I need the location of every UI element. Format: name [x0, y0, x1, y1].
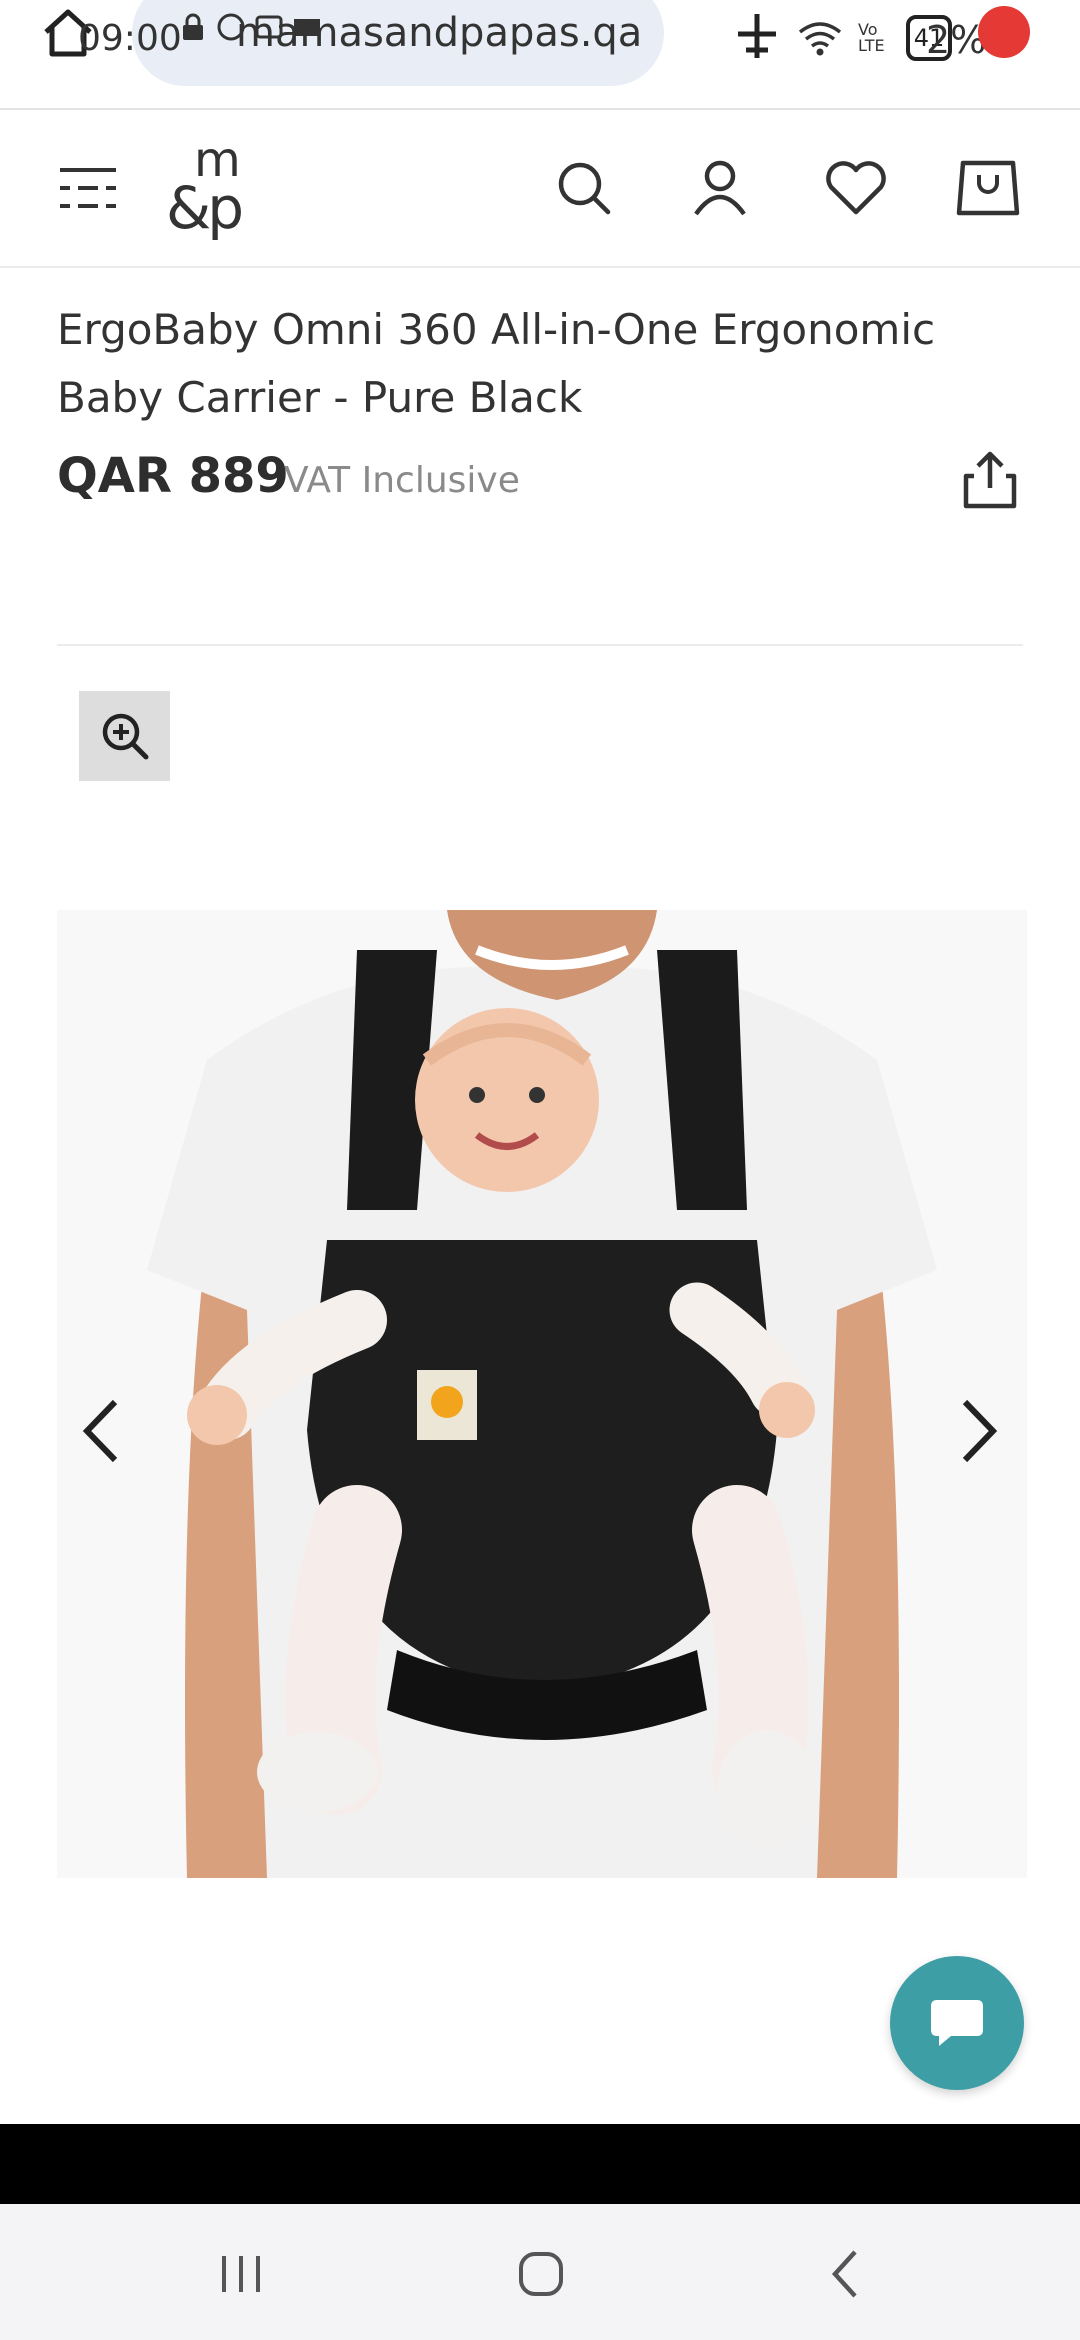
heart-icon: [826, 161, 886, 215]
browser-status-bar: 09:00 mamasandpapas.qa Vo LTE 41 2%: [0, 0, 1080, 110]
product-title: ErgoBaby Omni 360 All-in-One Ergonomic B…: [57, 305, 936, 422]
site-header: m &p: [0, 112, 1080, 268]
page: 09:00 mamasandpapas.qa Vo LTE 41 2% m &p…: [0, 0, 1080, 2340]
product-image[interactable]: [57, 910, 1027, 1878]
next-image-button[interactable]: [948, 1394, 1008, 1468]
wifi-icon: [798, 22, 842, 56]
wishlist-button[interactable]: [820, 152, 892, 224]
menu-icon: [60, 168, 116, 208]
back-button[interactable]: [810, 2244, 880, 2304]
battery-low-icon: [978, 6, 1030, 58]
browser-bottom-bar: [0, 2124, 1080, 2204]
product-price: QAR 889: [57, 448, 289, 504]
recent-apps-button[interactable]: [206, 2244, 276, 2304]
baby-carrier-photo: [57, 910, 1027, 1878]
url-text[interactable]: mamasandpapas.qa: [236, 10, 642, 56]
system-navigation-bar: [0, 2204, 1080, 2340]
system-icons: Vo LTE 41: [732, 8, 952, 68]
airplane-icon: [738, 14, 776, 58]
search-button[interactable]: [548, 152, 620, 224]
cart-button[interactable]: [952, 152, 1024, 224]
chat-icon: [931, 2000, 983, 2046]
site-logo[interactable]: m &p: [166, 132, 266, 242]
back-icon: [831, 2250, 857, 2298]
home-circle-icon: [519, 2252, 563, 2296]
battery-text: 2%: [926, 18, 987, 62]
search-icon: [558, 162, 611, 215]
divider: [57, 644, 1023, 646]
home-button[interactable]: [506, 2244, 576, 2304]
recent-apps-icon: [222, 2256, 260, 2292]
shopping-bag-icon: [956, 160, 1020, 216]
chat-button[interactable]: [890, 1956, 1024, 2090]
network-label: Vo LTE: [858, 20, 885, 55]
vat-note: VAT Inclusive: [284, 460, 520, 501]
previous-image-button[interactable]: [72, 1394, 132, 1468]
zoom-in-icon: [102, 713, 148, 760]
status-time: 09:00: [78, 18, 182, 59]
chevron-left-icon: [82, 1399, 118, 1463]
user-icon: [694, 160, 746, 216]
zoom-button[interactable]: [79, 691, 170, 781]
account-button[interactable]: [684, 152, 756, 224]
menu-button[interactable]: [52, 152, 124, 224]
share-icon[interactable]: [958, 448, 1022, 512]
chevron-right-icon: [962, 1399, 998, 1463]
lock-icon: [178, 12, 208, 42]
